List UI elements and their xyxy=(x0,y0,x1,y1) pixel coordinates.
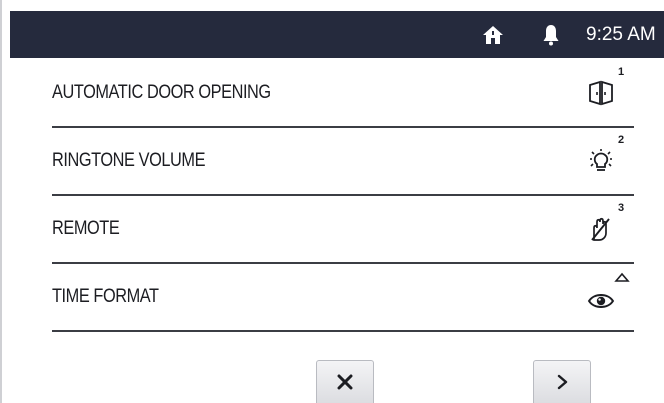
next-button[interactable] xyxy=(533,360,591,403)
door-icon xyxy=(589,80,613,106)
status-bar: 9:25 AM xyxy=(10,11,664,58)
menu-item-label: REMOTE xyxy=(52,218,120,239)
bell-icon xyxy=(543,25,559,46)
no-hand-icon xyxy=(591,217,610,241)
chevron-right-icon xyxy=(557,374,568,390)
eye-icon xyxy=(587,294,615,308)
shortcut-badge: 3 xyxy=(618,202,625,214)
menu-item-label: AUTOMATIC DOOR OPENING xyxy=(52,82,271,103)
settings-screen: 9:25 AM AUTOMATIC DOOR OPENING 1 RINGTON… xyxy=(0,0,664,403)
menu-item-automatic-door-opening[interactable]: AUTOMATIC DOOR OPENING 1 xyxy=(52,60,634,128)
home-icon xyxy=(483,26,503,44)
menu-item-label: TIME FORMAT xyxy=(52,286,159,307)
menu-item-remote[interactable]: REMOTE 3 xyxy=(52,196,634,264)
cancel-button[interactable] xyxy=(316,360,374,403)
light-bulb-icon xyxy=(590,149,612,171)
shortcut-badge: 2 xyxy=(618,134,625,146)
clock-time: 9:25 AM xyxy=(586,24,656,45)
menu-item-ringtone-volume[interactable]: RINGTONE VOLUME 2 xyxy=(52,128,634,196)
menu-item-label: RINGTONE VOLUME xyxy=(52,150,206,171)
close-icon xyxy=(337,374,353,390)
shortcut-badge: 1 xyxy=(618,66,625,78)
triangle-up-icon xyxy=(614,272,630,282)
menu-item-time-format[interactable]: TIME FORMAT xyxy=(52,264,634,332)
